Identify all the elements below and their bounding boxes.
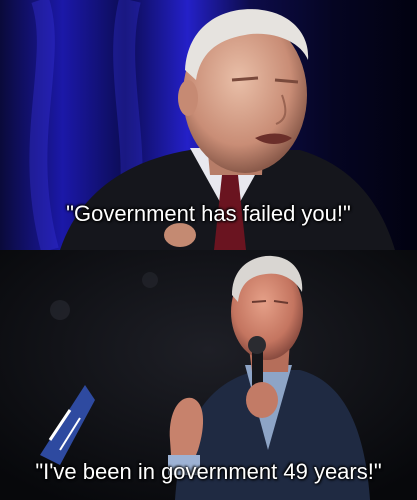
bottom-panel: "I've been in government 49 years!": [0, 250, 417, 500]
top-panel: "Government has failed you!": [0, 0, 417, 250]
meme-image: "Government has failed you!" "I've been …: [0, 0, 417, 500]
bottom-caption: "I've been in government 49 years!": [35, 459, 382, 484]
top-caption: "Government has failed you!": [66, 201, 351, 226]
